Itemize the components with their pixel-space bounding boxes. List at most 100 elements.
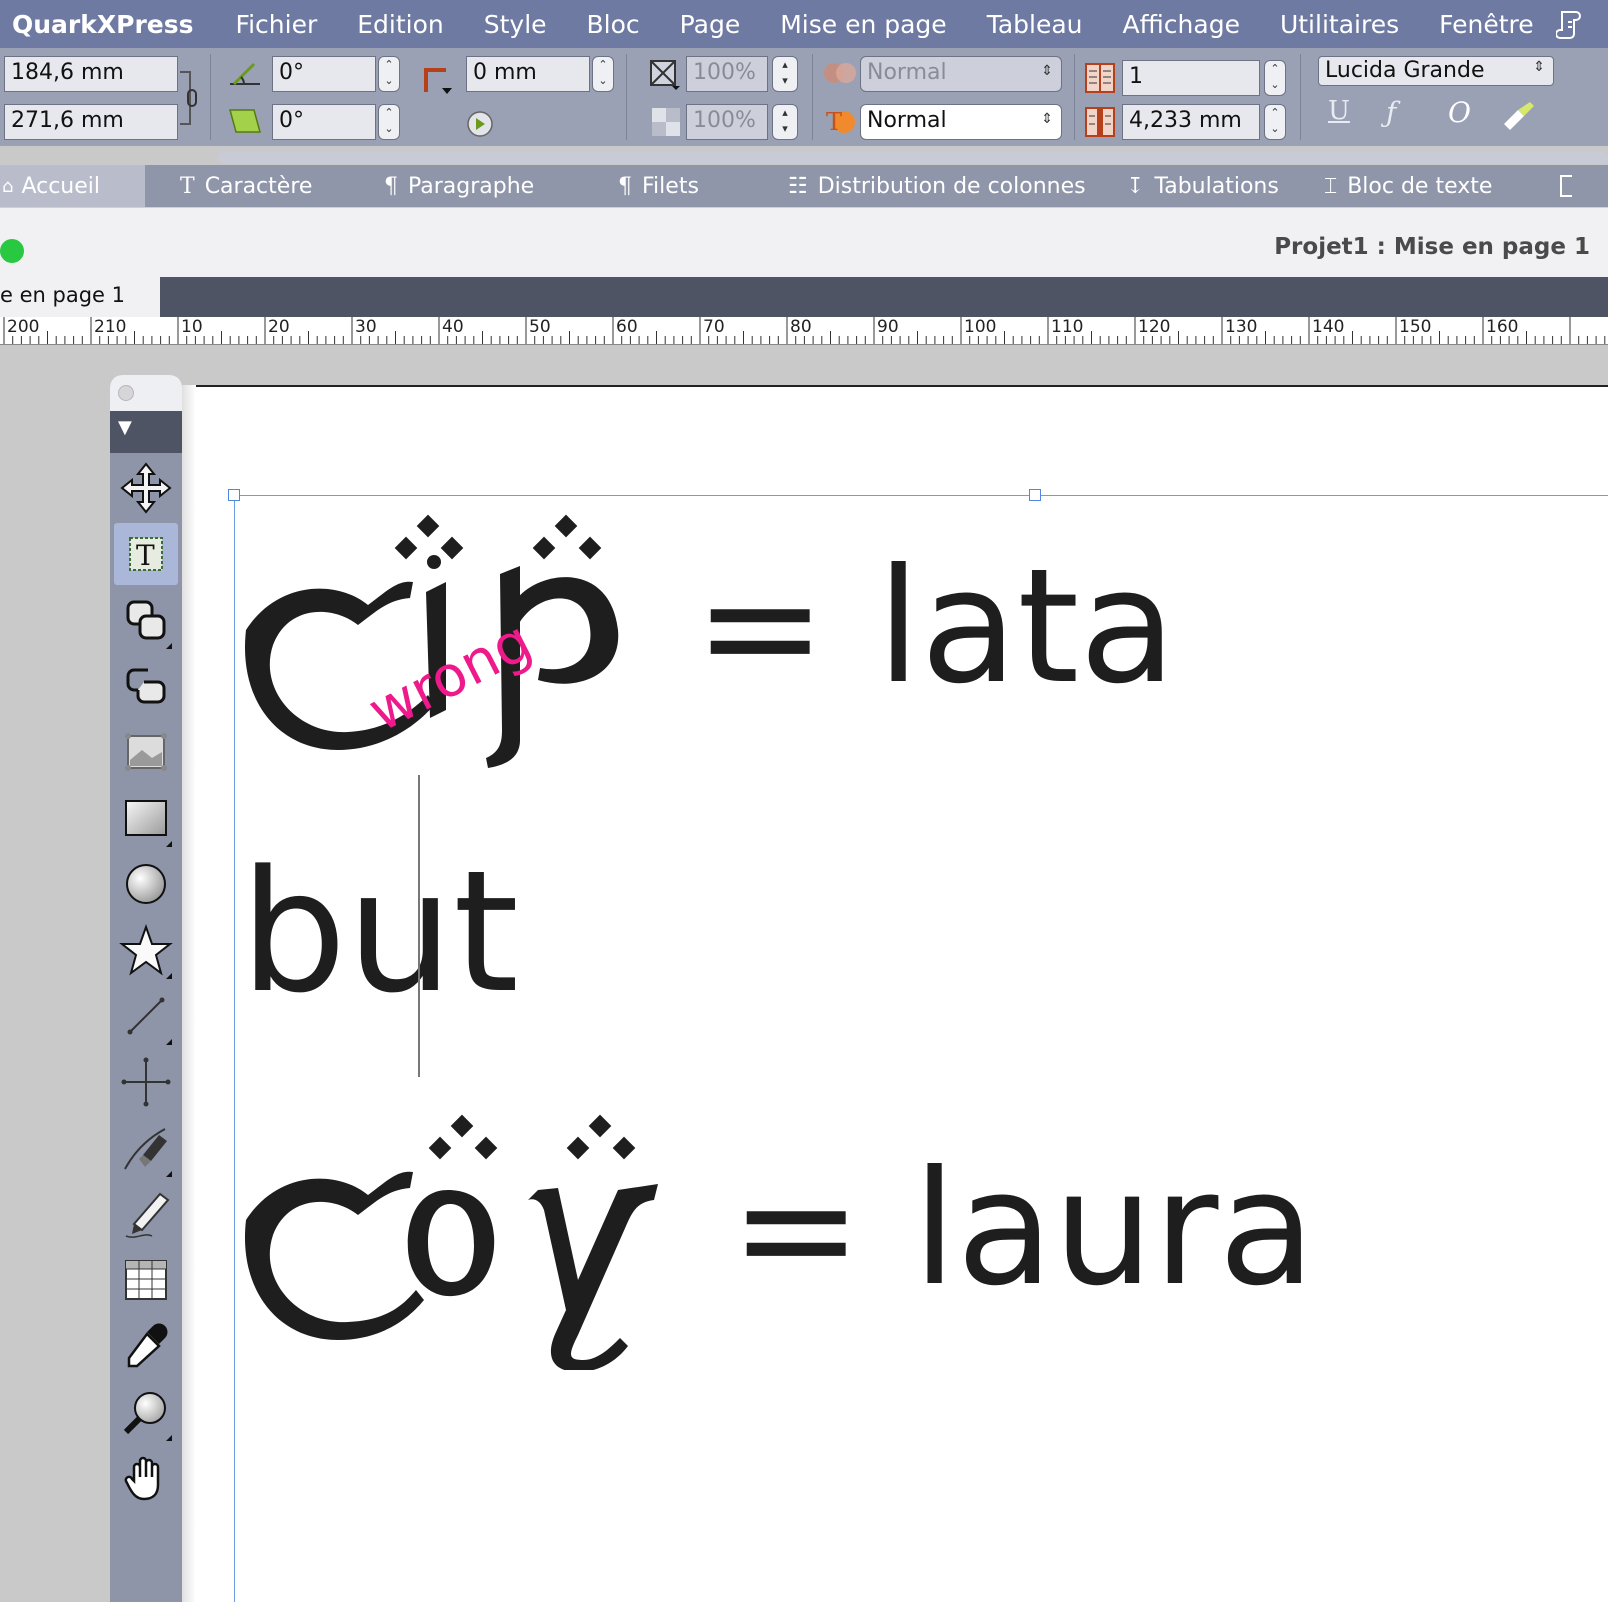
gutter-field[interactable]: 4,233 mm: [1122, 104, 1260, 140]
freehand-tool[interactable]: [114, 1183, 178, 1245]
table-icon: [125, 1260, 167, 1300]
width-field[interactable]: 184,6 mm: [4, 56, 178, 92]
resize-handle[interactable]: [1029, 489, 1041, 501]
corner-radius-icon[interactable]: [420, 62, 456, 96]
unlinking-tool[interactable]: [114, 655, 178, 717]
rotation-angle-icon: [230, 62, 260, 86]
zoom-window-button[interactable]: [0, 239, 24, 263]
tab-bloc-de-texte[interactable]: ⌶ Bloc de texte: [1324, 165, 1492, 207]
app-menu[interactable]: QuarkXPress: [0, 10, 194, 39]
skew-field[interactable]: 0°: [272, 104, 376, 140]
blend-mode-dim-value: Normal: [867, 60, 947, 85]
table-tool[interactable]: [114, 1249, 178, 1311]
tab-accueil[interactable]: ⌂ Accueil: [0, 165, 145, 207]
line-tool[interactable]: [114, 985, 178, 1047]
measurements-toolbar: 184,6 mm 271,6 mm 0° ⌃ ⌄ 0° ⌃ ⌄ 0 mm ⌃ ⌄ 10…: [0, 48, 1608, 146]
tab-label: Paragraphe: [408, 173, 535, 199]
item-tool[interactable]: [114, 457, 178, 519]
pan-tool[interactable]: [114, 1447, 178, 1509]
text-blend-icon: T: [826, 108, 855, 136]
corner-radius-field[interactable]: 0 mm: [466, 56, 590, 92]
tab-caractere[interactable]: T Caractère: [180, 165, 312, 207]
tab-label: Distribution de colonnes: [817, 173, 1086, 199]
blend-mode-select[interactable]: Normal ⇕: [860, 104, 1062, 140]
resize-handle[interactable]: [228, 489, 240, 501]
corner-radius-stepper[interactable]: ⌃ ⌄: [592, 56, 614, 92]
picture-content-tool[interactable]: [114, 721, 178, 783]
pen-icon: [124, 1128, 167, 1170]
menu-bloc[interactable]: Bloc: [587, 10, 640, 39]
palette-collapse-button[interactable]: ▼: [110, 411, 182, 453]
orthogonal-line-icon: [121, 1057, 171, 1107]
equals-lata-text: = lata: [694, 535, 1177, 719]
ruler-label: 80: [790, 317, 812, 337]
rules-icon: ¶: [618, 173, 632, 199]
ruler-label: 90: [877, 317, 899, 337]
tengwar-word-lata: [244, 514, 619, 768]
tab-tabulations[interactable]: ↧ Tabulations: [1126, 165, 1279, 207]
document-window-titlebar: Projet1 : Mise en page 1: [0, 207, 1608, 277]
select-arrows-icon: ⇕: [1533, 59, 1545, 75]
skew-stepper[interactable]: ⌃ ⌄: [378, 104, 400, 140]
zoom-tool[interactable]: [114, 1381, 178, 1443]
tool-palette: ▼ T: [110, 375, 182, 1602]
font-style-icon[interactable]: ƒ: [1386, 96, 1396, 129]
rectangle-box-tool[interactable]: [114, 787, 178, 849]
ruler-label: 100: [964, 317, 996, 337]
scale-x-stepper[interactable]: ▴ ▾: [772, 56, 798, 92]
italic-icon[interactable]: O: [1448, 96, 1471, 129]
font-select[interactable]: Lucida Grande ⇕: [1318, 56, 1554, 86]
menu-style[interactable]: Style: [484, 10, 547, 39]
oval-box-tool[interactable]: [114, 853, 178, 915]
text-content-tool[interactable]: T: [114, 523, 178, 585]
brush-icon[interactable]: [1500, 100, 1536, 134]
star-box-tool[interactable]: [114, 919, 178, 981]
ruler-label: 160: [1486, 317, 1518, 337]
menu-tableau[interactable]: Tableau: [987, 10, 1083, 39]
menu-edition[interactable]: Edition: [357, 10, 444, 39]
menu-page[interactable]: Page: [680, 10, 741, 39]
linking-tool[interactable]: [114, 589, 178, 651]
script-menu-icon[interactable]: [1556, 8, 1584, 40]
columns-stepper[interactable]: ⌃ ⌄: [1264, 60, 1286, 96]
menu-bar: QuarkXPress Fichier Edition Style Bloc P…: [0, 0, 1608, 48]
palette-close-button[interactable]: [118, 385, 134, 401]
menu-affichage[interactable]: Affichage: [1123, 10, 1240, 39]
horizontal-ruler[interactable]: 200 210 10 20 30 40 50 60 70 80 90 100 110 120 130 140 1…: [0, 317, 1608, 345]
magnifier-icon: [123, 1392, 166, 1435]
eyedropper-tool[interactable]: [114, 1315, 178, 1377]
more-tabs-icon[interactable]: [1560, 175, 1572, 197]
layout-tab[interactable]: e en page 1: [0, 277, 160, 317]
character-icon: T: [180, 173, 195, 199]
but-text: but: [240, 834, 519, 1030]
menu-utilitaires[interactable]: Utilitaires: [1280, 10, 1399, 39]
rotation-field[interactable]: 0°: [272, 56, 376, 92]
scale-x-field[interactable]: 100%: [686, 56, 768, 92]
rotation-stepper[interactable]: ⌃ ⌄: [378, 56, 400, 92]
tab-paragraphe[interactable]: ¶ Paragraphe: [384, 165, 534, 207]
scale-y-icon: [652, 108, 680, 136]
tab-label: Accueil: [21, 173, 100, 199]
orthogonal-line-tool[interactable]: [114, 1051, 178, 1113]
tab-distribution-colonnes[interactable]: ☷ Distribution de colonnes: [788, 165, 1086, 207]
gutter-stepper[interactable]: ⌃ ⌄: [1264, 104, 1286, 140]
layout-tab-bar: e en page 1: [0, 277, 1608, 317]
link-proportions-icon[interactable]: [178, 70, 202, 126]
columns-field[interactable]: 1: [1122, 60, 1260, 96]
rectangle-icon: [125, 800, 167, 836]
menu-fichier[interactable]: Fichier: [236, 10, 318, 39]
underline-icon[interactable]: U: [1328, 96, 1350, 126]
toolbar-scrollbar[interactable]: [218, 152, 1608, 164]
go-arrow-icon[interactable]: [466, 110, 494, 138]
tab-filets[interactable]: ¶ Filets: [618, 165, 699, 207]
ruler-label: 30: [355, 317, 377, 337]
menu-mise-en-page[interactable]: Mise en page: [780, 10, 946, 39]
menu-fenetre[interactable]: Fenêtre: [1439, 10, 1534, 39]
skew-angle-icon: [229, 109, 261, 133]
home-icon: ⌂: [2, 175, 14, 197]
scale-y-stepper[interactable]: ▴ ▾: [772, 104, 798, 140]
blend-mode-dim-select[interactable]: Normal ⇕: [860, 56, 1062, 92]
scale-y-field[interactable]: 100%: [686, 104, 768, 140]
bezier-pen-tool[interactable]: [114, 1117, 178, 1179]
height-field[interactable]: 271,6 mm: [4, 104, 178, 140]
